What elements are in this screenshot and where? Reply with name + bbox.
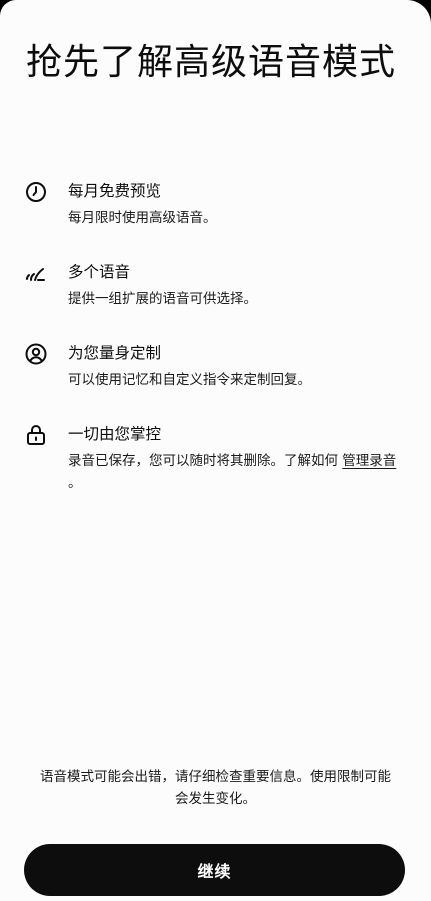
disclaimer-text: 语音模式可能会出错，请仔细检查重要信息。使用限制可能会发生变化。 — [40, 769, 391, 807]
feature-title: 多个语音 — [68, 263, 131, 281]
feature-description: 录音已保存，您可以随时将其删除。了解如何 管理录音 。 — [68, 450, 409, 494]
person-circle-icon — [24, 342, 48, 366]
feature-desc-suffix: 。 — [68, 475, 82, 491]
page-title: 抢先了解高级语音模式 — [26, 42, 397, 83]
feature-title: 为您量身定制 — [68, 344, 162, 362]
feature-description: 提供一组扩展的语音可供选择。 — [68, 291, 257, 307]
lock-icon — [24, 423, 48, 447]
clock-icon — [24, 180, 48, 204]
feature-control: 一切由您掌控 录音已保存，您可以随时将其删除。了解如何 管理录音 。 — [24, 423, 409, 494]
feature-desc-prefix: 录音已保存，您可以随时将其删除。了解如何 — [68, 453, 343, 469]
manage-recordings-link[interactable]: 管理录音 — [342, 453, 396, 469]
feature-description: 每月限时使用高级语音。 — [68, 210, 217, 226]
feature-list: 每月免费预览 每月限时使用高级语音。 多个语音 提供一组扩展的语音可供选择。 为… — [24, 180, 409, 526]
feature-personalized: 为您量身定制 可以使用记忆和自定义指令来定制回复。 — [24, 342, 409, 391]
feature-description: 可以使用记忆和自定义指令来定制回复。 — [68, 372, 311, 388]
feature-title: 一切由您掌控 — [68, 425, 162, 443]
feature-title: 每月免费预览 — [68, 182, 162, 200]
feature-monthly-preview: 每月免费预览 每月限时使用高级语音。 — [24, 180, 409, 229]
continue-button[interactable]: 继续 — [24, 844, 405, 896]
voice-wave-icon — [24, 261, 48, 285]
onboarding-sheet: 抢先了解高级语音模式 每月免费预览 每月限时使用高级语音。 多个语音 提供一组扩… — [0, 0, 431, 901]
feature-multiple-voices: 多个语音 提供一组扩展的语音可供选择。 — [24, 261, 409, 310]
